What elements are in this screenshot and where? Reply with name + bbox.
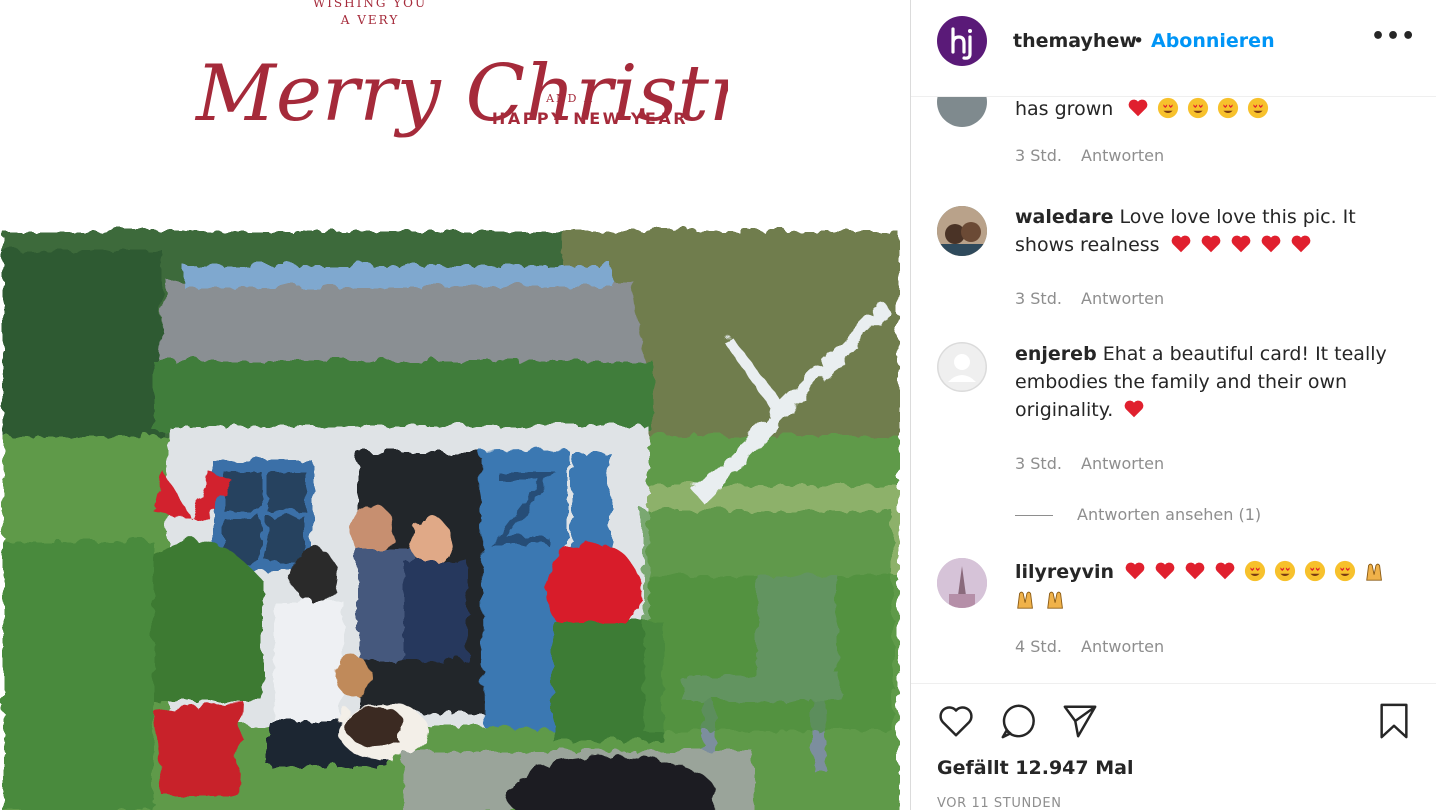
heart-emoji-icon — [1125, 562, 1145, 580]
comment-text: lilyreyvin — [1015, 558, 1405, 614]
comment-meta: 3 Std. Antworten — [1015, 289, 1178, 308]
header-username[interactable]: themayhew — [1013, 30, 1137, 52]
comment-time: 3 Std. — [1015, 146, 1062, 165]
bookmark-icon[interactable] — [1375, 702, 1413, 740]
follow-button[interactable]: Abonnieren — [1151, 30, 1275, 52]
view-replies-button[interactable]: Antworten ansehen (1) — [1015, 505, 1261, 524]
comment-meta: 4 Std. Antworten — [1015, 637, 1178, 656]
default-avatar-icon — [937, 342, 987, 392]
post-header: themayhew • Abonnieren ••• — [911, 0, 1436, 97]
heart-eyes-emoji-icon — [1188, 97, 1209, 119]
commenter-avatar[interactable] — [937, 558, 987, 608]
heart-emoji-icon — [1261, 235, 1280, 253]
raised-hands-emoji-icon — [1017, 591, 1033, 609]
comment-meta: 3 Std. Antworten — [1015, 146, 1178, 165]
more-options-button[interactable]: ••• — [1371, 24, 1416, 49]
reply-button[interactable]: Antworten — [1081, 146, 1164, 165]
commenter-avatar[interactable] — [937, 97, 987, 127]
comment-meta: 3 Std. Antworten — [1015, 454, 1178, 473]
heart-emoji-icon — [1125, 400, 1144, 418]
heart-emoji-icon — [1185, 562, 1205, 580]
post-side-panel: themayhew • Abonnieren ••• has grown 3 S… — [910, 0, 1436, 811]
heart-emoji-icon — [1215, 562, 1235, 580]
divider-line — [1015, 515, 1053, 516]
reply-button[interactable]: Antworten — [1081, 454, 1164, 473]
family-photo — [0, 228, 895, 810]
likes-count[interactable]: Gefällt 12.947 Mal — [937, 757, 1133, 779]
reply-button[interactable]: Antworten — [1081, 637, 1164, 656]
comment-text: waledare Love love love this pic. It sho… — [1015, 203, 1405, 259]
comment-username[interactable]: enjereb — [1015, 343, 1097, 365]
commenter-avatar[interactable] — [937, 342, 987, 392]
heart-eyes-emoji-icon — [1304, 560, 1326, 582]
comment-text: has grown — [1015, 97, 1405, 123]
commenter-avatar[interactable] — [937, 206, 987, 256]
comment-emojis — [1170, 234, 1320, 256]
hj-logo-icon — [951, 27, 972, 60]
comment-body: has grown — [1015, 98, 1114, 120]
heart-eyes-emoji-icon — [1334, 560, 1356, 582]
heart-eyes-emoji-icon — [1158, 97, 1179, 119]
heart-emoji-icon — [1171, 235, 1190, 253]
heart-emoji-icon — [1128, 99, 1148, 117]
heart-emoji-icon — [1155, 562, 1175, 580]
raised-hands-emoji-icon — [1047, 591, 1063, 609]
comments-list[interactable]: has grown 3 Std. Antworten waledare Love… — [911, 97, 1436, 682]
view-replies-label: Antworten ansehen (1) — [1077, 505, 1262, 524]
heart-eyes-emoji-icon — [1274, 560, 1296, 582]
greeting-new-year: HAPPY NEW YEAR — [491, 109, 689, 128]
heart-eyes-emoji-icon — [1248, 97, 1269, 119]
comment-time: 4 Std. — [1015, 637, 1062, 656]
user-avatar[interactable] — [937, 16, 987, 66]
comment-icon[interactable] — [999, 702, 1037, 740]
comment-text: enjereb Ehat a beautiful card! It teally… — [1015, 340, 1405, 424]
comment-emojis — [1127, 97, 1277, 120]
header-separator: • — [1133, 30, 1145, 52]
post-image[interactable]: WISHING YOU A VERY Merry Christmas AND A… — [0, 0, 910, 810]
heart-emoji-icon — [1291, 235, 1310, 253]
heart-emoji-icon — [1201, 235, 1220, 253]
post-time: VOR 11 STUNDEN — [937, 796, 1062, 811]
heart-outline-icon[interactable] — [937, 702, 975, 740]
greeting-and: AND A — [546, 92, 594, 105]
paper-plane-icon[interactable] — [1061, 702, 1099, 740]
raised-hands-emoji-icon — [1366, 563, 1382, 581]
heart-eyes-emoji-icon — [1244, 560, 1266, 582]
reply-button[interactable]: Antworten — [1081, 289, 1164, 308]
heart-emoji-icon — [1231, 235, 1250, 253]
greeting-merry-christmas: Merry Christmas — [194, 49, 728, 139]
heart-eyes-emoji-icon — [1218, 97, 1239, 119]
comment-username[interactable]: waledare — [1015, 206, 1113, 228]
comment-time: 3 Std. — [1015, 454, 1062, 473]
avatar-photo-icon — [937, 558, 987, 608]
comment-username[interactable]: lilyreyvin — [1015, 561, 1114, 583]
avatar-photo-icon — [937, 206, 987, 256]
post-actions: Gefällt 12.947 Mal VOR 11 STUNDEN — [911, 683, 1436, 811]
comment-time: 3 Std. — [1015, 289, 1062, 308]
